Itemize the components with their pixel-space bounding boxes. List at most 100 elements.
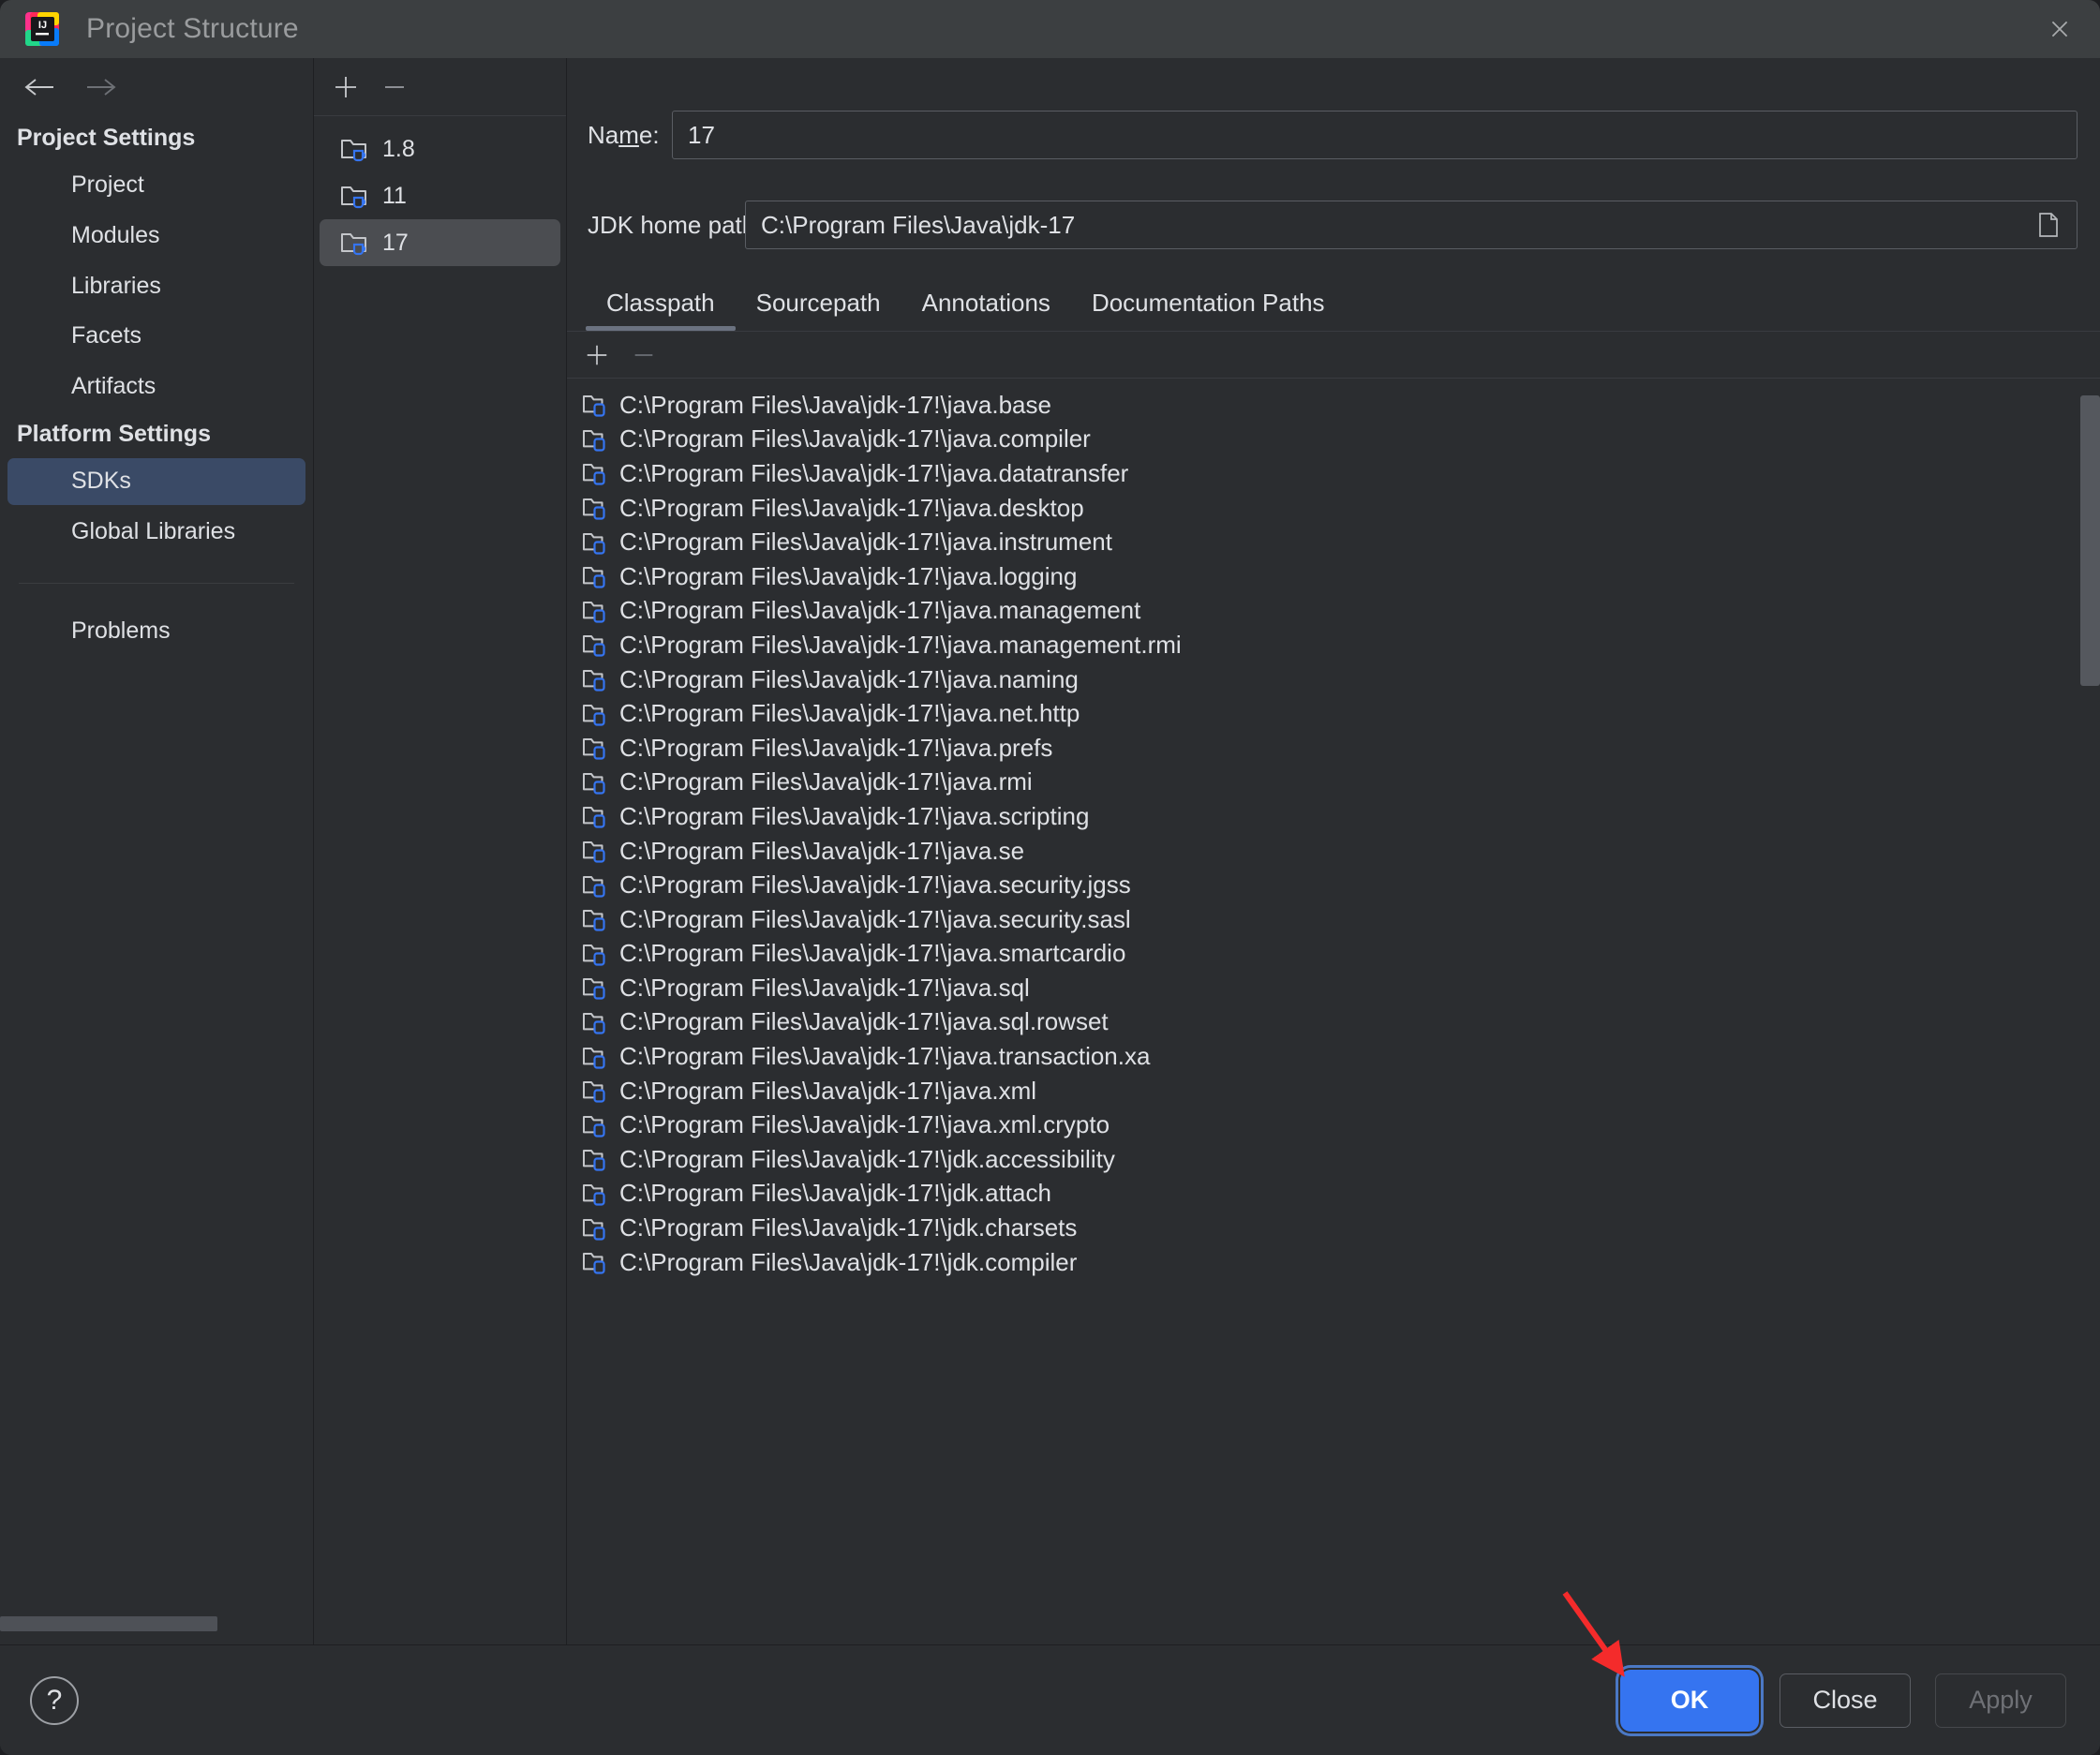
close-icon[interactable] xyxy=(2019,0,2100,58)
sidebar-item-global-libraries[interactable]: Global Libraries xyxy=(7,509,305,556)
jar-module-icon xyxy=(582,701,608,727)
classpath-row[interactable]: C:\Program Files\Java\jdk-17!\java.prefs xyxy=(567,731,2100,766)
classpath-row[interactable]: C:\Program Files\Java\jdk-17!\jdk.compil… xyxy=(567,1245,2100,1280)
jar-module-icon xyxy=(582,392,608,418)
sidebar-item-libraries[interactable]: Libraries xyxy=(7,263,305,310)
question-mark-icon[interactable]: ? xyxy=(30,1675,79,1725)
sidebar-item-facets[interactable]: Facets xyxy=(7,313,305,360)
project-structure-dialog: IJ Project Structure Project Settings Pr… xyxy=(0,0,2100,1755)
sdk-item-11[interactable]: 11 xyxy=(320,172,560,219)
jdk-home-path-value: C:\Program Files\Java\jdk-17 xyxy=(761,210,1076,239)
name-label: Name: xyxy=(588,120,660,149)
classpath-row-label: C:\Program Files\Java\jdk-17!\java.se xyxy=(619,836,1025,865)
plus-icon[interactable] xyxy=(576,335,618,376)
sidebar-item-modules[interactable]: Modules xyxy=(7,213,305,260)
plus-icon[interactable] xyxy=(325,67,366,108)
classpath-row-label: C:\Program Files\Java\jdk-17!\java.compi… xyxy=(619,424,1091,454)
classpath-row[interactable]: C:\Program Files\Java\jdk-17!\java.smart… xyxy=(567,937,2100,972)
name-input[interactable]: 17 xyxy=(672,111,2078,159)
classpath-row[interactable]: C:\Program Files\Java\jdk-17!\java.net.h… xyxy=(567,696,2100,731)
intellij-idea-icon: IJ xyxy=(24,11,60,47)
classpath-row-label: C:\Program Files\Java\jdk-17!\java.sql.r… xyxy=(619,1007,1109,1036)
classpath-vertical-scrollbar[interactable] xyxy=(2080,395,2100,686)
arrow-left-icon[interactable] xyxy=(22,75,58,99)
sidebar-item-sdks[interactable]: SDKs xyxy=(7,457,305,505)
classpath-row[interactable]: C:\Program Files\Java\jdk-17!\java.loggi… xyxy=(567,559,2100,594)
classpath-row-label: C:\Program Files\Java\jdk-17!\java.manag… xyxy=(619,630,1182,659)
classpath-row-label: C:\Program Files\Java\jdk-17!\java.manag… xyxy=(619,596,1141,625)
classpath-row[interactable]: C:\Program Files\Java\jdk-17!\java.secur… xyxy=(567,902,2100,937)
name-input-value: 17 xyxy=(688,120,715,149)
classpath-row[interactable]: C:\Program Files\Java\jdk-17!\java.namin… xyxy=(567,662,2100,697)
classpath-toolbar xyxy=(567,332,2100,379)
classpath-row-label: C:\Program Files\Java\jdk-17!\java.deskt… xyxy=(619,493,1084,522)
sdk-toolbar xyxy=(314,58,566,116)
classpath-row[interactable]: C:\Program Files\Java\jdk-17!\java.secur… xyxy=(567,868,2100,902)
sidebar-divider xyxy=(19,583,294,585)
classpath-row[interactable]: C:\Program Files\Java\jdk-17!\java.base xyxy=(567,388,2100,423)
file-browse-icon[interactable] xyxy=(2026,211,2062,239)
settings-sidebar: Project Settings Project Modules Librari… xyxy=(0,58,314,1644)
title-bar: IJ Project Structure xyxy=(0,0,2100,58)
sidebar-item-project[interactable]: Project xyxy=(7,162,305,209)
classpath-row[interactable]: C:\Program Files\Java\jdk-17!\java.sql xyxy=(567,971,2100,1005)
sdk-item-label: 11 xyxy=(382,182,407,209)
tab-classpath[interactable]: Classpath xyxy=(586,279,736,331)
jdk-home-path-input[interactable]: C:\Program Files\Java\jdk-17 xyxy=(745,201,2078,249)
ok-button[interactable]: OK xyxy=(1624,1673,1755,1728)
sdk-items: 1.8 11 17 xyxy=(314,116,566,266)
tab-annotations[interactable]: Annotations xyxy=(901,279,1071,331)
classpath-row-label: C:\Program Files\Java\jdk-17!\java.secur… xyxy=(619,870,1131,900)
classpath-row[interactable]: C:\Program Files\Java\jdk-17!\java.sql.r… xyxy=(567,1005,2100,1040)
tab-documentation-paths[interactable]: Documentation Paths xyxy=(1071,279,1346,331)
classpath-row[interactable]: C:\Program Files\Java\jdk-17!\java.instr… xyxy=(567,525,2100,559)
jar-module-icon xyxy=(582,872,608,899)
jar-module-icon xyxy=(582,1078,608,1104)
jar-module-icon xyxy=(582,529,608,556)
classpath-row-label: C:\Program Files\Java\jdk-17!\java.rmi xyxy=(619,767,1033,796)
sdk-list-panel: 1.8 11 17 xyxy=(314,58,567,1644)
tab-sourcepath[interactable]: Sourcepath xyxy=(736,279,901,331)
classpath-row[interactable]: C:\Program Files\Java\jdk-17!\jdk.charse… xyxy=(567,1211,2100,1245)
sidebar-item-artifacts[interactable]: Artifacts xyxy=(7,364,305,410)
jar-module-icon xyxy=(582,838,608,864)
jar-module-icon xyxy=(582,941,608,967)
arrow-right-icon[interactable] xyxy=(82,75,118,99)
classpath-row[interactable]: C:\Program Files\Java\jdk-17!\java.manag… xyxy=(567,628,2100,662)
window-title: Project Structure xyxy=(86,13,299,44)
sdk-item-1-8[interactable]: 1.8 xyxy=(320,126,560,172)
sdk-item-17[interactable]: 17 xyxy=(320,219,560,266)
apply-button[interactable]: Apply xyxy=(1935,1673,2066,1728)
sidebar-horizontal-scrollbar[interactable] xyxy=(0,1616,217,1631)
minus-icon xyxy=(623,335,664,376)
classpath-list[interactable]: C:\Program Files\Java\jdk-17!\java.base C… xyxy=(567,379,2100,1644)
dialog-footer: ? OK Close Apply xyxy=(0,1644,2100,1755)
jar-module-icon xyxy=(582,1044,608,1070)
classpath-row[interactable]: C:\Program Files\Java\jdk-17!\java.se xyxy=(567,834,2100,869)
classpath-row-label: C:\Program Files\Java\jdk-17!\java.secur… xyxy=(619,904,1131,933)
sidebar-item-problems[interactable]: Problems xyxy=(7,608,305,655)
jar-module-icon xyxy=(582,563,608,589)
classpath-row[interactable]: C:\Program Files\Java\jdk-17!\java.deskt… xyxy=(567,491,2100,526)
jdk-home-path-label: JDK home path: xyxy=(588,210,763,239)
classpath-row[interactable]: C:\Program Files\Java\jdk-17!\java.rmi xyxy=(567,766,2100,800)
classpath-row[interactable]: C:\Program Files\Java\jdk-17!\java.datat… xyxy=(567,456,2100,491)
classpath-row[interactable]: C:\Program Files\Java\jdk-17!\jdk.attach xyxy=(567,1177,2100,1212)
classpath-row-label: C:\Program Files\Java\jdk-17!\java.loggi… xyxy=(619,561,1078,590)
details-tabs: Classpath Sourcepath Annotations Documen… xyxy=(567,279,2100,331)
svg-text:IJ: IJ xyxy=(38,20,47,31)
classpath-row[interactable]: C:\Program Files\Java\jdk-17!\jdk.access… xyxy=(567,1142,2100,1177)
nav-group-project-settings: Project Settings xyxy=(17,125,196,151)
minus-icon[interactable] xyxy=(374,67,415,108)
classpath-row[interactable]: C:\Program Files\Java\jdk-17!\java.manag… xyxy=(567,594,2100,629)
classpath-row[interactable]: C:\Program Files\Java\jdk-17!\java.xml.c… xyxy=(567,1108,2100,1142)
classpath-row[interactable]: C:\Program Files\Java\jdk-17!\java.trans… xyxy=(567,1039,2100,1074)
classpath-row[interactable]: C:\Program Files\Java\jdk-17!\java.xml xyxy=(567,1074,2100,1108)
nav-group-platform-settings: Platform Settings xyxy=(17,420,211,447)
cancel-button[interactable]: Close xyxy=(1780,1673,1911,1728)
classpath-row[interactable]: C:\Program Files\Java\jdk-17!\java.compi… xyxy=(567,423,2100,457)
jar-module-icon xyxy=(582,460,608,486)
classpath-row[interactable]: C:\Program Files\Java\jdk-17!\java.scrip… xyxy=(567,799,2100,834)
jar-module-icon xyxy=(582,1181,608,1207)
classpath-row-label: C:\Program Files\Java\jdk-17!\java.datat… xyxy=(619,458,1129,487)
